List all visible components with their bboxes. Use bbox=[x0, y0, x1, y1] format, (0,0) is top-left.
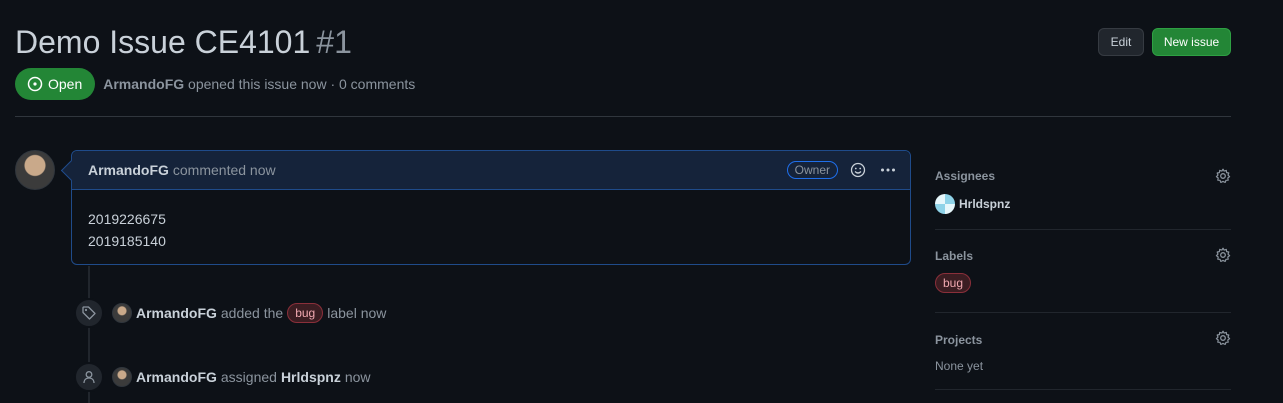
event-text: ArmandoFG added the bug label now bbox=[136, 303, 386, 323]
gear-icon[interactable] bbox=[1215, 168, 1231, 184]
comment-author-link[interactable]: ArmandoFG bbox=[88, 162, 169, 178]
assignee-item[interactable]: Hrldspnz bbox=[935, 194, 1231, 214]
issue-meta: Open ArmandoFG opened this issue now · 0… bbox=[15, 68, 415, 100]
status-label: Open bbox=[48, 76, 83, 92]
sidebar-labels: Labels bug bbox=[935, 230, 1231, 313]
timeline-event-label: ArmandoFG added the bug label now bbox=[74, 298, 386, 328]
comment-body: 2019226675 2019185140 bbox=[72, 190, 910, 270]
sidebar-assignees: Assignees Hrldspnz bbox=[935, 150, 1231, 230]
issue-title: Demo Issue CE4101 #1 bbox=[15, 24, 352, 61]
comment-action: commented now bbox=[172, 162, 276, 178]
smiley-icon[interactable] bbox=[848, 160, 868, 180]
event-actor-link[interactable]: ArmandoFG bbox=[136, 305, 217, 321]
event-action: assigned bbox=[220, 369, 277, 385]
new-issue-button[interactable]: New issue bbox=[1152, 28, 1231, 56]
edit-button[interactable]: Edit bbox=[1098, 28, 1144, 56]
timeline-event-assign: ArmandoFG assigned Hrldspnz now bbox=[74, 362, 371, 392]
gear-icon[interactable] bbox=[1215, 247, 1231, 263]
event-suffix: now bbox=[344, 369, 371, 385]
comment-line: 2019185140 bbox=[88, 233, 166, 249]
issue-author-link[interactable]: ArmandoFG bbox=[103, 76, 184, 92]
kebab-menu-icon[interactable] bbox=[878, 160, 898, 180]
comment-header: ArmandoFG commented now Owner bbox=[72, 151, 910, 190]
issue-meta-text: ArmandoFG opened this issue now · 0 comm… bbox=[103, 76, 415, 92]
event-target-link[interactable]: Hrldspnz bbox=[281, 369, 341, 385]
owner-badge: Owner bbox=[786, 161, 838, 179]
issue-opened-icon bbox=[27, 76, 43, 92]
comment-box: ArmandoFG commented now Owner 2019226675… bbox=[71, 150, 911, 265]
projects-empty-text: None yet bbox=[935, 359, 984, 373]
issue-meta-suffix: opened this issue now · 0 comments bbox=[188, 76, 416, 92]
event-actor-link[interactable]: ArmandoFG bbox=[136, 369, 217, 385]
avatar bbox=[935, 194, 955, 214]
person-icon bbox=[74, 362, 104, 392]
event-suffix: label now bbox=[327, 305, 387, 321]
sidebar-label-list: bug bbox=[935, 273, 1231, 293]
comment-line: 2019226675 bbox=[88, 211, 166, 227]
sidebar-heading-labels[interactable]: Labels bbox=[935, 249, 1231, 263]
bug-label[interactable]: bug bbox=[935, 273, 972, 293]
avatar[interactable] bbox=[112, 367, 132, 387]
gear-icon[interactable] bbox=[1215, 330, 1231, 346]
event-action: added the bbox=[220, 305, 284, 321]
sidebar-heading-assignees[interactable]: Assignees bbox=[935, 169, 1231, 183]
issue-number: #1 bbox=[316, 24, 352, 60]
comment-tools: Owner bbox=[786, 160, 898, 180]
bug-label[interactable]: bug bbox=[287, 303, 324, 323]
issue-title-text: Demo Issue CE4101 bbox=[15, 24, 311, 60]
issue-sidebar: Assignees Hrldspnz Labels bug Projects N… bbox=[935, 150, 1231, 390]
assignee-name: Hrldspnz bbox=[959, 197, 1011, 211]
sidebar-heading-projects[interactable]: Projects bbox=[935, 333, 1231, 347]
header-actions: Edit New issue bbox=[1098, 28, 1231, 56]
event-text: ArmandoFG assigned Hrldspnz now bbox=[136, 369, 371, 385]
tag-icon bbox=[74, 298, 104, 328]
sidebar-projects: Projects None yet bbox=[935, 313, 1231, 390]
issue-page: Demo Issue CE4101 #1 Edit New issue Open … bbox=[0, 0, 1283, 403]
header-divider bbox=[15, 116, 1231, 117]
status-badge: Open bbox=[15, 68, 96, 100]
avatar[interactable] bbox=[15, 150, 55, 190]
avatar[interactable] bbox=[112, 303, 132, 323]
